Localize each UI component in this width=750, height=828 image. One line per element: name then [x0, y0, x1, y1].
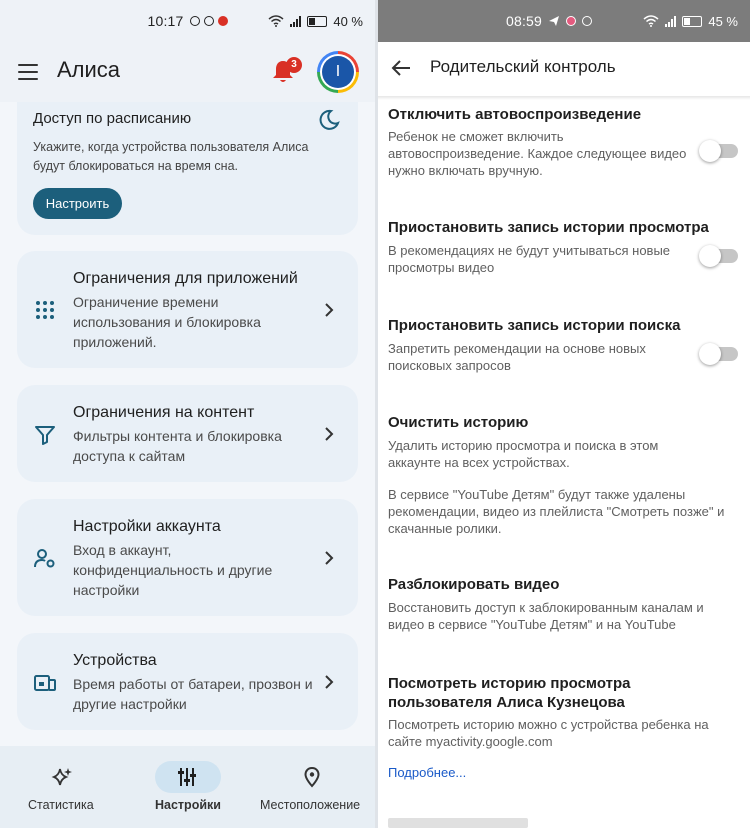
wifi-icon — [268, 15, 284, 27]
parental-control-screen: 08:59 45 % Родительский контроль Отключи… — [378, 0, 750, 828]
account-settings-card[interactable]: Настройки аккаунта Вход в аккаунт, конфи… — [17, 499, 358, 616]
nav-statistics[interactable]: Статистика — [0, 746, 125, 828]
sparkle-icon — [51, 768, 72, 786]
status-time: 10:17 — [147, 13, 184, 29]
chevron-right-icon — [325, 303, 334, 317]
nav-label: Местоположение — [260, 798, 361, 812]
card-title: Ограничения на контент — [73, 404, 255, 421]
chevron-right-icon — [325, 675, 334, 689]
search-history-toggle[interactable] — [699, 343, 738, 365]
status-bar: 08:59 45 % — [378, 0, 750, 42]
unblock-videos-desc: Восстановить доступ к заблокированным ка… — [388, 600, 704, 632]
apps-grid-icon — [36, 301, 54, 319]
status-time: 08:59 — [506, 13, 543, 29]
nav-label: Статистика — [28, 798, 94, 812]
view-history-title[interactable]: Посмотреть историю просмотра пользовател… — [388, 674, 688, 712]
card-description: Ограничение времени использования и блок… — [73, 294, 261, 350]
card-description: Фильтры контента и блокировка доступа к … — [73, 428, 282, 464]
status-left: 08:59 — [506, 0, 593, 42]
battery-level: 40 % — [333, 13, 363, 29]
signal-icon — [290, 15, 302, 27]
family-link-screen: 10:17 40 % Алиса 3 I Доступ по расписани… — [0, 0, 375, 828]
unblock-videos-title[interactable]: Разблокировать видео — [388, 576, 559, 593]
notification-badge: 3 — [286, 57, 302, 73]
page-title: Родительский контроль — [430, 57, 616, 76]
more-info-link[interactable]: Подробнее... — [388, 765, 466, 780]
signal-icon — [665, 15, 677, 27]
card-title: Устройства — [73, 652, 157, 669]
card-description: Вход в аккаунт, конфиденциальность и дру… — [73, 542, 273, 598]
search-history-setting-desc: Запретить рекомендации на основе новых п… — [388, 341, 646, 373]
clear-history-desc: Удалить историю просмотра и поиска в это… — [388, 438, 659, 470]
account-settings-icon — [34, 549, 55, 568]
chat-icon — [582, 16, 593, 26]
header: Родительский контроль — [378, 42, 750, 96]
view-history-desc: Посмотреть историю можно с устройства ре… — [388, 717, 709, 749]
watch-history-toggle[interactable] — [699, 245, 738, 267]
setup-button[interactable]: Настроить — [33, 188, 122, 219]
chevron-right-icon — [325, 551, 334, 565]
page-title: Алиса — [57, 57, 121, 82]
devices-card[interactable]: Устройства Время работы от батареи, проз… — [17, 633, 358, 730]
moon-icon — [319, 109, 340, 130]
devices-icon — [34, 675, 56, 691]
sliders-icon — [178, 768, 196, 786]
filter-icon — [35, 426, 55, 445]
status-right: 45 % — [643, 0, 738, 42]
header-shadow — [378, 96, 750, 100]
whatsapp-icon — [203, 16, 214, 26]
app-bar: Алиса 3 I — [0, 42, 375, 102]
battery-icon — [682, 15, 703, 27]
chevron-right-icon — [325, 427, 334, 441]
card-title: Настройки аккаунта — [73, 518, 221, 535]
nav-settings[interactable]: Настройки — [125, 746, 250, 828]
back-arrow-icon[interactable] — [390, 57, 412, 79]
watch-history-setting-title: Приостановить запись истории просмотра — [388, 219, 709, 236]
next-section-cutoff — [388, 818, 528, 828]
avatar[interactable]: I — [317, 51, 359, 93]
status-bar: 10:17 40 % — [0, 0, 375, 42]
battery-icon — [307, 15, 328, 27]
shield-notification-icon — [217, 16, 228, 26]
schedule-card: Доступ по расписанию Укажите, когда устр… — [17, 102, 358, 235]
nav-location[interactable]: Местоположение — [250, 746, 375, 828]
status-right: 40 % — [268, 0, 363, 42]
bottom-navigation: Статистика Настройки Местоположение — [0, 746, 375, 828]
menu-icon[interactable] — [18, 64, 38, 80]
telegram-icon — [549, 16, 560, 26]
app-notification-icon — [189, 16, 200, 26]
avatar-letter: I — [322, 56, 354, 88]
autoplay-setting-title: Отключить автовоспроизведение — [388, 106, 642, 123]
clear-history-note: В сервисе "YouTube Детям" будут также уд… — [388, 487, 725, 536]
app-limits-card[interactable]: Ограничения для приложений Ограничение в… — [17, 251, 358, 368]
card-title: Ограничения для приложений — [73, 270, 298, 287]
schedule-description: Укажите, когда устройства пользователя А… — [33, 140, 309, 173]
clear-history-title[interactable]: Очистить историю — [388, 414, 528, 431]
nav-label: Настройки — [155, 798, 221, 812]
content-limits-card[interactable]: Ограничения на контент Фильтры контента … — [17, 385, 358, 482]
autoplay-toggle[interactable] — [699, 140, 738, 162]
wifi-icon — [643, 15, 659, 27]
card-description: Время работы от батареи, прозвон и други… — [73, 676, 313, 712]
battery-level: 45 % — [708, 13, 738, 29]
watch-history-setting-desc: В рекомендациях не будут учитываться нов… — [388, 243, 671, 275]
app-notification-icon — [566, 16, 577, 26]
search-history-setting-title: Приостановить запись истории поиска — [388, 317, 681, 334]
schedule-title: Доступ по расписанию — [33, 110, 192, 127]
autoplay-setting-desc: Ребенок не сможет включить автовоспроизв… — [388, 129, 687, 178]
status-notification-icons — [189, 16, 228, 26]
location-pin-icon — [304, 766, 320, 788]
